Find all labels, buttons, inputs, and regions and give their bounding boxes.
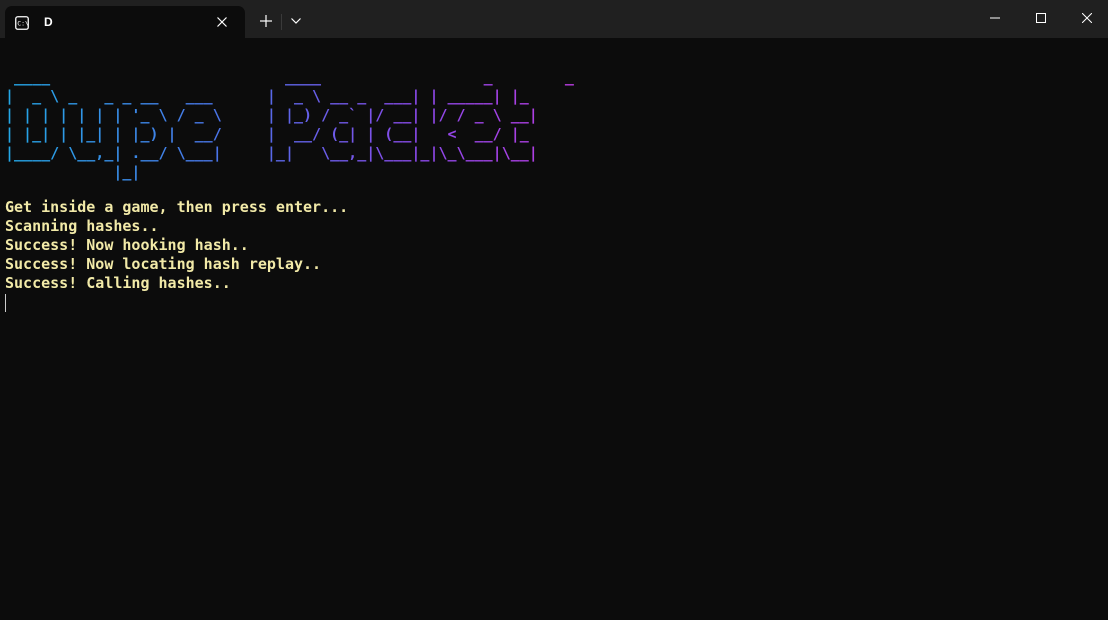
output-line: Success! Calling hashes.. [5,274,231,292]
console-area[interactable]: ____ ____ _ _ | _ \ _ _ _ __ ___ | _ \ _… [0,38,1108,620]
chevron-down-icon [291,18,301,24]
maximize-icon [1036,13,1046,23]
output-line: Success! Now hooking hash.. [5,236,249,254]
console-output: Get inside a game, then press enter... S… [5,198,348,293]
title-bar[interactable]: C:\ D [0,0,1108,38]
tab-close-button[interactable] [213,13,231,31]
tab-separator [281,14,282,30]
maximize-button[interactable] [1018,0,1064,36]
tab-dropdown-button[interactable] [284,9,308,33]
terminal-tab[interactable]: C:\ D [5,6,245,38]
terminal-icon: C:\ [15,15,29,30]
text-cursor [5,294,6,312]
close-icon [1082,13,1092,23]
output-line: Success! Now locating hash replay.. [5,255,322,273]
svg-text:C:\: C:\ [17,20,29,28]
plus-icon [260,15,272,27]
output-line: Get inside a game, then press enter... [5,198,349,216]
terminal-window: C:\ D ____ ____ _ _ | _ \ _ _ _ __ ___ |… [0,0,1108,620]
output-line: Scanning hashes.. [5,217,159,235]
ascii-banner: ____ ____ _ _ | _ \ _ _ _ __ ___ | _ \ _… [5,68,601,182]
minimize-icon [990,17,1000,19]
tab-title: D [44,15,53,29]
minimize-button[interactable] [972,0,1018,36]
new-tab-button[interactable] [253,9,279,33]
close-window-button[interactable] [1064,0,1108,36]
close-icon [217,17,227,27]
